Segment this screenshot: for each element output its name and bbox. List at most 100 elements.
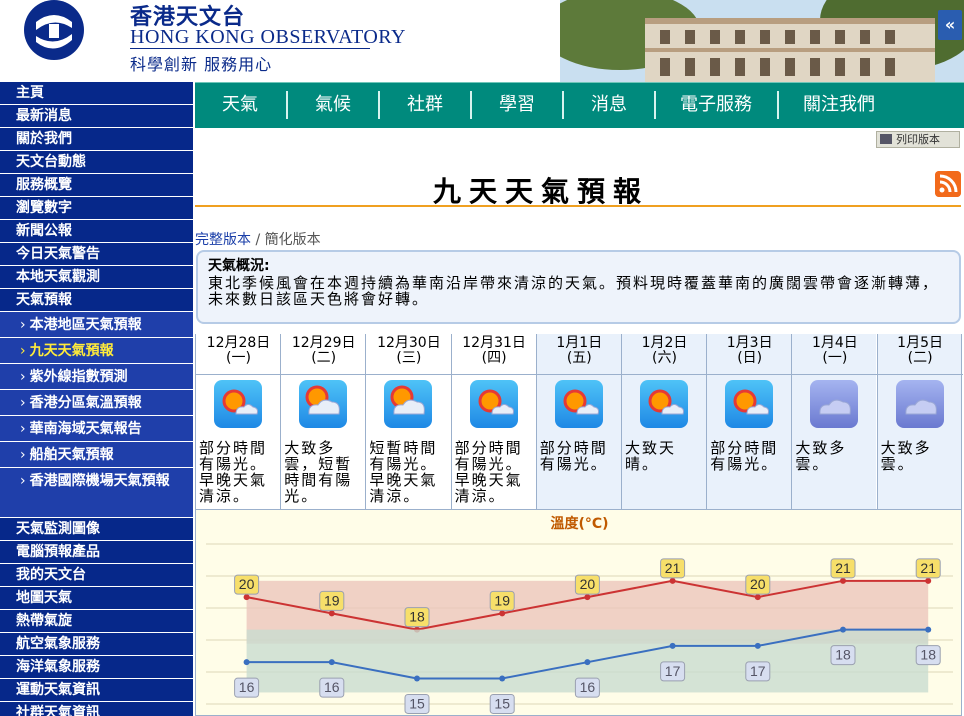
forecast-day: 12月28日 (一) 部分時間有陽光。早晚天氣清涼。 [195, 334, 281, 509]
max-temperature-point [925, 577, 932, 584]
nav-weather[interactable]: 天氣 [195, 91, 285, 119]
sidebar-subitem-label: 船舶天氣預報 [29, 447, 114, 463]
sidebar-subitem-district-temperature[interactable]: › 香港分區氣溫預報 [0, 390, 193, 416]
temperature-chart-svg: 20 19 18 19 20 21 20 21 21 16 16 15 15 16 17 17 18 18 [206, 543, 953, 714]
sidebar-subitem-south-china-coastal[interactable]: › 華南海域天氣報告 [0, 416, 193, 442]
sidebar-item-local-observations[interactable]: 本地天氣觀測 [0, 266, 193, 289]
version-separator: / [251, 232, 265, 248]
nav-e-services[interactable]: 電子服務 [656, 91, 776, 119]
observatory-logo[interactable] [22, 0, 86, 64]
max-temperature-label: 21 [665, 560, 681, 576]
sidebar-item-computer-products[interactable]: 電腦預報產品 [0, 541, 193, 564]
min-temperature-point [754, 642, 761, 649]
forecast-date-label: 12月31日 [462, 335, 526, 351]
nav-climate[interactable]: 氣候 [288, 91, 378, 119]
sidebar-item-services-overview[interactable]: 服務概覽 [0, 174, 193, 197]
forecast-weekday-label: (一) [226, 350, 251, 366]
forecast-icon-cell [196, 374, 281, 440]
print-version-button[interactable]: 列印版本 [876, 131, 960, 148]
sidebar-item-monitoring-images[interactable]: 天氣監測圖像 [0, 518, 193, 541]
min-temperature-label: 16 [324, 679, 340, 695]
max-temperature-point [243, 594, 250, 601]
nav-news[interactable]: 消息 [564, 91, 654, 119]
sidebar-item-weather-warnings[interactable]: 今日天氣警告 [0, 243, 193, 266]
forecast-icon-cell [366, 374, 452, 440]
forecast-description: 大致多雲。 [795, 440, 847, 473]
page-root: 香港天文台 HONG KONG OBSERVATORY 科學創新 服務用心 « … [0, 0, 964, 716]
max-temperature-label: 20 [580, 576, 596, 592]
sidebar-item-observatory-updates[interactable]: 天文台動態 [0, 151, 193, 174]
sidebar-item-aviation[interactable]: 航空氣象服務 [0, 633, 193, 656]
overview-heading: 天氣概況: [208, 258, 270, 274]
printer-icon [880, 134, 892, 144]
forecast-date-label: 1月3日 [726, 335, 773, 351]
chevron-right-icon: › [20, 421, 26, 437]
forecast-date-label: 1月1日 [556, 335, 603, 351]
sidebar-subitem-shipping-forecast[interactable]: › 船舶天氣預報 [0, 442, 193, 468]
nav-follow-us[interactable]: 關注我們 [779, 91, 899, 119]
sidebar-subitem-uv-forecast[interactable]: › 紫外線指數預測 [0, 364, 193, 390]
min-temperature-label: 18 [835, 647, 851, 663]
nav-learning[interactable]: 學習 [472, 91, 562, 119]
forecast-date-label: 12月30日 [377, 335, 441, 351]
forecast-date: 1月1日 (五) [537, 336, 622, 373]
sidebar-item-tropical-cyclones[interactable]: 熱帶氣旋 [0, 610, 193, 633]
sidebar-item-about[interactable]: 關於我們 [0, 128, 193, 151]
top-navigation: 天氣 氣候 社群 學習 消息 電子服務 關注我們 [195, 82, 964, 128]
sun-cloud-icon [469, 380, 518, 428]
max-temperature-point [669, 577, 676, 584]
sidebar-subitem-local-forecast[interactable]: › 本港地區天氣預報 [0, 312, 193, 338]
observatory-building-photo [560, 0, 964, 82]
forecast-description: 部分時間有陽光。早晚天氣清涼。 [454, 440, 523, 505]
sidebar-item-sports-weather[interactable]: 運動天氣資訊 [0, 679, 193, 702]
forecast-date: 1月4日 (一) [792, 336, 877, 373]
chevron-right-icon: › [20, 447, 26, 463]
forecast-weekday-label: (一) [822, 350, 848, 366]
min-temperature-point [328, 659, 335, 666]
sidebar-item-my-observatory[interactable]: 我的天文台 [0, 564, 193, 587]
sidebar-item-marine[interactable]: 海洋氣象服務 [0, 656, 193, 679]
chevron-right-icon: › [20, 343, 26, 359]
sidebar-item-visit-stats[interactable]: 瀏覽數字 [0, 197, 193, 220]
brand-name-english: HONG KONG OBSERVATORY [130, 26, 406, 48]
forecast-date-label: 12月29日 [291, 335, 356, 351]
rss-icon[interactable] [935, 171, 961, 197]
forecast-description: 短暫時間有陽光。早晚天氣清涼。 [369, 440, 438, 505]
forecast-weekday-label: (五) [566, 350, 592, 366]
sidebar-subitem-label: 華南海域天氣報告 [29, 421, 142, 437]
min-temperature-label: 15 [494, 695, 510, 711]
title-underline [195, 205, 961, 207]
forecast-description: 大致多雲。 [880, 440, 932, 473]
sidebar-subitem-nine-day-forecast[interactable]: › 九天天氣預報 [0, 338, 193, 364]
min-temperature-point [584, 659, 591, 666]
min-temperature-point [499, 675, 506, 682]
forecast-description: 大致天晴。 [625, 440, 677, 473]
overview-text: 東北季候風會在本週持續為華南沿岸帶來清涼的天氣。預料現時覆蓋華南的廣闊雲帶會逐漸… [208, 274, 940, 308]
sidebar-item-map-weather[interactable]: 地圖天氣 [0, 587, 193, 610]
sidebar-subitem-airport-forecast[interactable]: › 香港國際機場天氣預報 [0, 468, 193, 518]
forecast-date: 1月5日 (二) [878, 336, 963, 373]
forecast-day: 1月3日 (日) 部分時間有陽光。 [706, 334, 793, 509]
forecast-date-label: 1月5日 [897, 335, 943, 351]
sidebar-item-press-releases[interactable]: 新聞公報 [0, 220, 193, 243]
sidebar-item-home[interactable]: 主頁 [0, 82, 193, 105]
forecast-date-label: 1月2日 [641, 335, 688, 351]
min-temperature-label: 17 [665, 663, 681, 679]
simple-version-link[interactable]: 簡化版本 [265, 232, 321, 248]
sidebar-subitem-label: 紫外線指數預測 [29, 369, 128, 385]
page-title: 九天天氣預報 [432, 175, 649, 208]
sidebar-item-weather-forecast[interactable]: 天氣預報 [0, 289, 193, 312]
nine-day-forecast-grid: 12月28日 (一) 部分時間有陽光。早晚天氣清涼。 12月29日 (二) 大致多雲，短暫… [195, 334, 963, 509]
max-temperature-label: 21 [835, 560, 851, 576]
forecast-day: 12月29日 (二) 大致多雲，短暫時間有陽光。 [280, 334, 367, 509]
sidebar-item-news[interactable]: 最新消息 [0, 105, 193, 128]
full-version-link[interactable]: 完整版本 [195, 232, 251, 248]
nav-community[interactable]: 社群 [380, 91, 470, 119]
forecast-day: 1月4日 (一) 大致多雲。 [791, 334, 878, 509]
chevron-right-icon: › [20, 317, 26, 333]
sidebar-item-community-weather[interactable]: 社群天氣資訊 [0, 702, 193, 716]
forecast-day: 12月31日 (四) 部分時間有陽光。早晚天氣清涼。 [450, 334, 537, 509]
cloud-icon [810, 380, 859, 428]
min-temperature-point [414, 675, 420, 682]
collapse-sidebar-button[interactable]: « [938, 10, 962, 40]
